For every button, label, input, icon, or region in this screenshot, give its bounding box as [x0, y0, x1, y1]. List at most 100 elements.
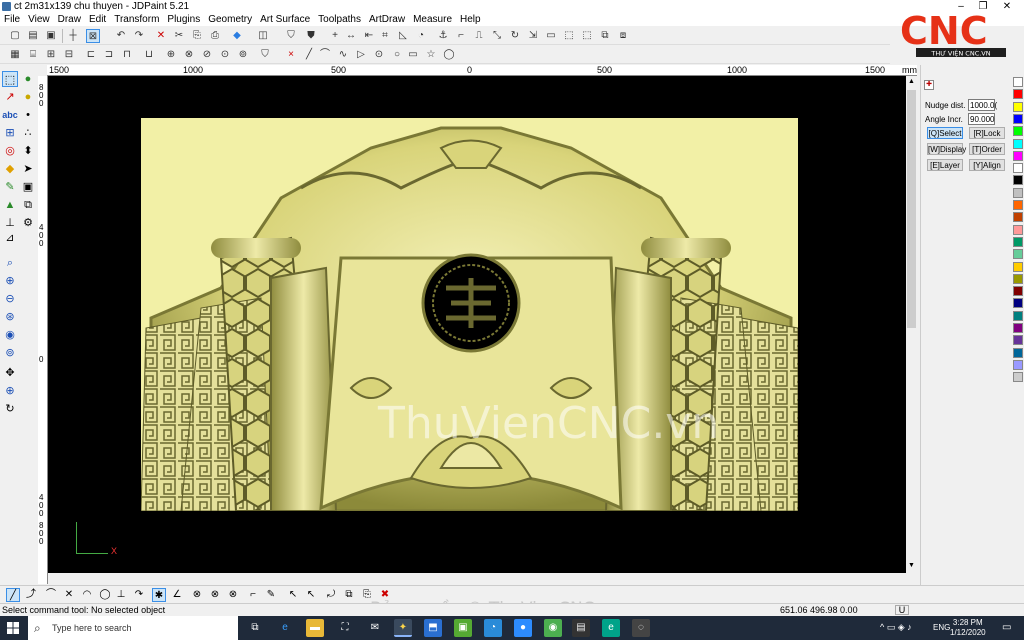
- menu-help[interactable]: Help: [456, 13, 485, 26]
- align-button[interactable]: [Y]Align: [969, 159, 1005, 171]
- chrome-icon[interactable]: ◉: [544, 619, 562, 637]
- pointer-icon[interactable]: ↖: [286, 588, 300, 602]
- frame-alt-icon[interactable]: ⬚: [580, 29, 594, 43]
- select-box-icon[interactable]: ⊠: [86, 29, 100, 43]
- array-icon[interactable]: ⊕: [164, 48, 178, 62]
- color-swatch[interactable]: [1013, 175, 1023, 186]
- new-file-icon[interactable]: ▢: [8, 29, 22, 43]
- language-indicator[interactable]: ENG: [933, 623, 950, 632]
- scale-icon[interactable]: ⤡: [490, 29, 504, 43]
- color-swatch[interactable]: [1013, 273, 1023, 284]
- intersect-icon[interactable]: ✕: [62, 588, 76, 602]
- transform-icon[interactable]: ⤾: [324, 588, 338, 602]
- node-icon[interactable]: ⌸: [26, 48, 40, 62]
- offset-icon[interactable]: ⌐: [454, 29, 468, 43]
- tangent-icon[interactable]: ↷: [132, 588, 146, 602]
- frame-icon[interactable]: ⬚: [562, 29, 576, 43]
- star-icon[interactable]: ☆: [424, 48, 438, 62]
- arrow-icon[interactable]: ➤: [20, 161, 36, 177]
- copy-transform-icon[interactable]: ⧉: [342, 588, 356, 602]
- display-button[interactable]: [W]Display: [927, 143, 966, 155]
- save-icon[interactable]: ▣: [44, 29, 58, 43]
- slider-icon[interactable]: ▭: [544, 29, 558, 43]
- measure-icon[interactable]: ⊿: [2, 230, 18, 246]
- menu-toolpaths[interactable]: Toolpaths: [314, 13, 365, 26]
- pointer-alt-icon[interactable]: ↖: [304, 588, 318, 602]
- lock-button[interactable]: [R]Lock: [969, 127, 1005, 139]
- color-swatch[interactable]: [1013, 261, 1023, 272]
- copy-icon[interactable]: ⎘: [190, 29, 204, 43]
- add-point-icon[interactable]: +: [328, 29, 342, 43]
- trim-icon[interactable]: ⊘: [200, 48, 214, 62]
- menu-geometry[interactable]: Geometry: [204, 13, 256, 26]
- store-icon[interactable]: ⛶: [336, 619, 354, 637]
- app-dark-icon[interactable]: ▤: [572, 619, 590, 637]
- shield-icon[interactable]: ⛉: [284, 29, 298, 43]
- text-tool-icon[interactable]: abc: [2, 107, 18, 123]
- delete-icon[interactable]: ✕: [154, 29, 168, 43]
- shield-outline-icon[interactable]: ⛉: [258, 48, 272, 62]
- search-view-icon[interactable]: ⊚: [2, 345, 18, 361]
- angle-input[interactable]: 90.000: [968, 113, 995, 125]
- grid-snap-alt-icon[interactable]: ⊗: [208, 588, 222, 602]
- grid-snap-alt2-icon[interactable]: ⊗: [226, 588, 240, 602]
- scroll-up-icon[interactable]: ▲: [908, 78, 915, 85]
- arc-icon[interactable]: ⌒: [318, 48, 332, 62]
- snap-point-icon[interactable]: ✱: [152, 588, 166, 602]
- color-swatch[interactable]: [1013, 372, 1023, 383]
- fillet-icon[interactable]: ⊚: [236, 48, 250, 62]
- app-cloud-icon[interactable]: ◔: [484, 619, 502, 637]
- line-icon[interactable]: ╱: [302, 48, 316, 62]
- color-swatch[interactable]: [1013, 187, 1023, 198]
- zoom-window-icon[interactable]: ⌕: [2, 255, 18, 271]
- color-swatch[interactable]: [1013, 286, 1023, 297]
- shield-filled-icon[interactable]: ⛊: [304, 29, 318, 43]
- app-teal-icon[interactable]: e: [602, 619, 620, 637]
- color-swatch[interactable]: [1013, 249, 1023, 260]
- menu-view[interactable]: View: [24, 13, 54, 26]
- taskbar-search-input[interactable]: ⌕ Type here to search: [28, 616, 238, 640]
- pin-icon[interactable]: ⬍: [20, 143, 36, 159]
- color-fill-icon[interactable]: ◆: [230, 29, 244, 43]
- color-swatch[interactable]: [1013, 150, 1023, 161]
- grid-icon[interactable]: ▦: [8, 48, 22, 62]
- menu-artdraw[interactable]: ArtDraw: [365, 13, 409, 26]
- pan-icon[interactable]: ✥: [2, 365, 18, 381]
- color-swatch[interactable]: [1013, 113, 1023, 124]
- notification-icon[interactable]: ▭: [1002, 622, 1011, 633]
- layers-icon[interactable]: ◫: [256, 29, 270, 43]
- dimension-icon[interactable]: ↔: [344, 29, 358, 43]
- mirror-icon[interactable]: ⎍: [472, 29, 486, 43]
- color-swatch[interactable]: [1013, 310, 1023, 321]
- color-swatch[interactable]: [1013, 224, 1023, 235]
- ellipse-icon[interactable]: ◯: [442, 48, 456, 62]
- align-icon[interactable]: ⇤: [362, 29, 376, 43]
- menu-plugins[interactable]: Plugins: [163, 13, 204, 26]
- nudge-input[interactable]: 1000.0(: [968, 99, 997, 111]
- menu-draw[interactable]: Draw: [54, 13, 85, 26]
- jdpaint-taskbar-icon[interactable]: ✦: [394, 619, 412, 637]
- copy-shape-icon[interactable]: ⧉: [20, 197, 36, 213]
- start-icon[interactable]: [7, 622, 19, 634]
- open-file-icon[interactable]: ▤: [26, 29, 40, 43]
- points-icon[interactable]: ∴: [20, 125, 36, 141]
- circle-node-icon[interactable]: ◯: [98, 588, 112, 602]
- zoom-app-icon[interactable]: ●: [514, 619, 532, 637]
- cube-icon[interactable]: ▣: [20, 179, 36, 195]
- print-icon[interactable]: ⎙: [208, 29, 222, 43]
- redo-icon[interactable]: ↷: [132, 29, 146, 43]
- light-icon[interactable]: ●: [20, 71, 36, 87]
- arc-node-icon[interactable]: ◠: [80, 588, 94, 602]
- node-edit-icon[interactable]: ↗: [2, 89, 18, 105]
- node-move-icon[interactable]: ⤴: [24, 588, 38, 602]
- select-button[interactable]: [Q]Select: [927, 127, 963, 139]
- order-button[interactable]: [T]Order: [969, 143, 1005, 155]
- color-swatch[interactable]: [1013, 200, 1023, 210]
- stretch-icon[interactable]: ⇲: [526, 29, 540, 43]
- color-swatch[interactable]: [1013, 163, 1023, 174]
- weld-icon[interactable]: ⊗: [182, 48, 196, 62]
- align-center-icon[interactable]: ⊐: [102, 48, 116, 62]
- color-swatch[interactable]: [1013, 236, 1023, 247]
- color-swatch[interactable]: [1013, 101, 1023, 112]
- color-swatch[interactable]: [1013, 212, 1023, 223]
